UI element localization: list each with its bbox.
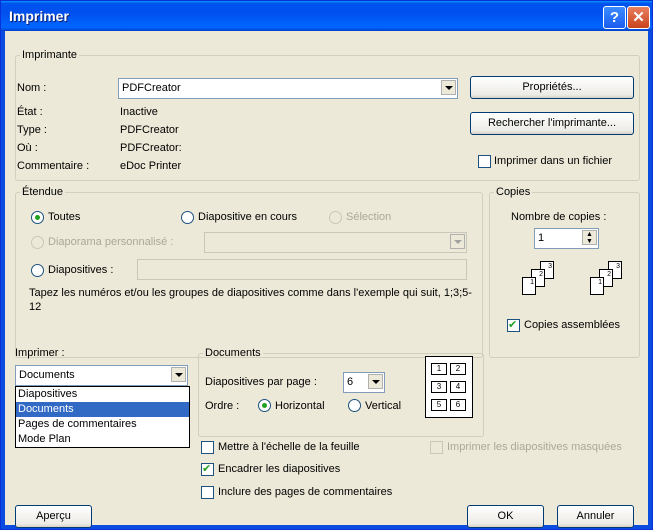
- horizontal-radio[interactable]: [258, 399, 271, 412]
- print-to-file-label: Imprimer dans un fichier: [494, 155, 612, 167]
- printer-name-select[interactable]: PDFCreator: [118, 78, 458, 99]
- printer-group-legend: Imprimante: [22, 49, 78, 61]
- custom-show-radio[interactable]: [31, 236, 44, 249]
- status-label: État :: [17, 106, 43, 118]
- sheet-icon: 1: [590, 277, 604, 295]
- preview-cell: 2: [450, 363, 466, 375]
- dialog-body: Imprimante Nom : PDFCreator État : Inact…: [5, 31, 648, 528]
- printer-name-label: Nom :: [17, 82, 47, 94]
- horizontal-label: Horizontal: [275, 400, 325, 412]
- handout-layout-preview: 1 2 3 4 5 6: [425, 356, 473, 418]
- frame-slides-checkbox[interactable]: [201, 462, 214, 476]
- print-what-label: Imprimer :: [15, 347, 65, 359]
- custom-show-label: Diaporama personnalisé :: [48, 236, 174, 248]
- print-to-file-checkbox[interactable]: [478, 155, 491, 168]
- preview-cell: 3: [431, 381, 447, 393]
- chevron-down-icon[interactable]: [450, 234, 465, 249]
- print-hidden-checkbox[interactable]: [430, 441, 443, 454]
- vertical-radio[interactable]: [348, 399, 361, 412]
- location-value: PDFCreator:: [120, 142, 182, 154]
- ok-button[interactable]: OK: [467, 505, 544, 528]
- slides-per-page-value: 6: [347, 376, 354, 388]
- comment-label: Commentaire :: [17, 160, 90, 172]
- order-label: Ordre :: [205, 400, 240, 412]
- all-radio[interactable]: [31, 211, 44, 224]
- collate-label: Copies assemblées: [524, 319, 620, 331]
- handouts-group-legend: Documents: [205, 347, 261, 359]
- sheet-icon: 1: [522, 277, 536, 295]
- collate-checkbox[interactable]: [507, 318, 520, 332]
- type-label: Type :: [17, 124, 47, 136]
- help-icon[interactable]: ?: [603, 6, 626, 29]
- custom-show-select[interactable]: [204, 232, 467, 253]
- preview-cell: 6: [450, 399, 466, 411]
- dropdown-option[interactable]: Pages de commentaires: [16, 417, 189, 432]
- include-notes-checkbox[interactable]: [201, 486, 214, 499]
- slides-per-page-select[interactable]: 6: [343, 372, 385, 393]
- dropdown-option[interactable]: Diapositives: [16, 387, 189, 402]
- print-what-value: Documents: [19, 369, 75, 381]
- dropdown-option[interactable]: Mode Plan: [16, 432, 189, 447]
- preview-cell: 1: [431, 363, 447, 375]
- printer-name-value: PDFCreator: [122, 82, 181, 94]
- slides-radio[interactable]: [31, 264, 44, 277]
- preview-cell: 4: [450, 381, 466, 393]
- preview-cell: 5: [431, 399, 447, 411]
- vertical-label: Vertical: [365, 400, 402, 412]
- slides-label: Diapositives :: [48, 264, 114, 276]
- copies-count-value: 1: [538, 232, 545, 244]
- current-slide-label: Diapositive en cours: [198, 211, 298, 223]
- print-dialog: Imprimer ? ✕ Imprimante Nom : PDFCreator…: [0, 0, 653, 530]
- find-printer-button[interactable]: Rechercher l'imprimante...: [470, 112, 634, 135]
- print-what-select[interactable]: Documents: [15, 365, 188, 386]
- scale-to-fit-checkbox[interactable]: [201, 441, 214, 454]
- collate-illustration: 3 2 1 3 2 1: [510, 261, 630, 311]
- frame-slides-label: Encadrer les diapositives: [218, 463, 341, 475]
- close-icon[interactable]: ✕: [627, 6, 650, 29]
- slides-input[interactable]: [137, 259, 467, 280]
- copies-group-legend: Copies: [496, 186, 531, 198]
- status-value: Inactive: [120, 106, 158, 118]
- slides-hint: Tapez les numéros et/ou les groupes de d…: [29, 287, 472, 313]
- type-value: PDFCreator: [120, 124, 179, 136]
- range-group-legend: Étendue: [22, 186, 63, 198]
- preview-button[interactable]: Aperçu: [15, 505, 92, 528]
- spin-arrows-icon[interactable]: ▲ ▼: [582, 230, 597, 245]
- selection-radio[interactable]: [329, 211, 342, 224]
- selection-label: Sélection: [346, 211, 392, 223]
- comment-value: eDoc Printer: [120, 160, 182, 172]
- all-label: Toutes: [48, 211, 81, 223]
- dropdown-option[interactable]: Documents: [16, 402, 189, 417]
- chevron-down-icon[interactable]: [441, 80, 456, 95]
- title-bar: Imprimer ? ✕: [1, 1, 652, 31]
- print-what-dropdown: Diapositives Documents Pages de commenta…: [15, 386, 190, 448]
- location-label: Où :: [17, 142, 38, 154]
- print-hidden-label: Imprimer les diapositives masquées: [447, 441, 622, 453]
- properties-button[interactable]: Propriétés...: [470, 76, 634, 99]
- slides-per-page-label: Diapositives par page :: [205, 376, 317, 388]
- copies-count-label: Nombre de copies :: [511, 211, 607, 223]
- include-notes-label: Inclure des pages de commentaires: [218, 486, 393, 498]
- chevron-down-icon[interactable]: [368, 374, 383, 389]
- cancel-button[interactable]: Annuler: [557, 505, 634, 528]
- chevron-down-icon[interactable]: [171, 367, 186, 382]
- copies-stepper[interactable]: 1 ▲ ▼: [534, 228, 599, 249]
- scale-to-fit-label: Mettre à l'échelle de la feuille: [218, 441, 360, 453]
- current-slide-radio[interactable]: [181, 211, 194, 224]
- window-title: Imprimer: [9, 8, 69, 24]
